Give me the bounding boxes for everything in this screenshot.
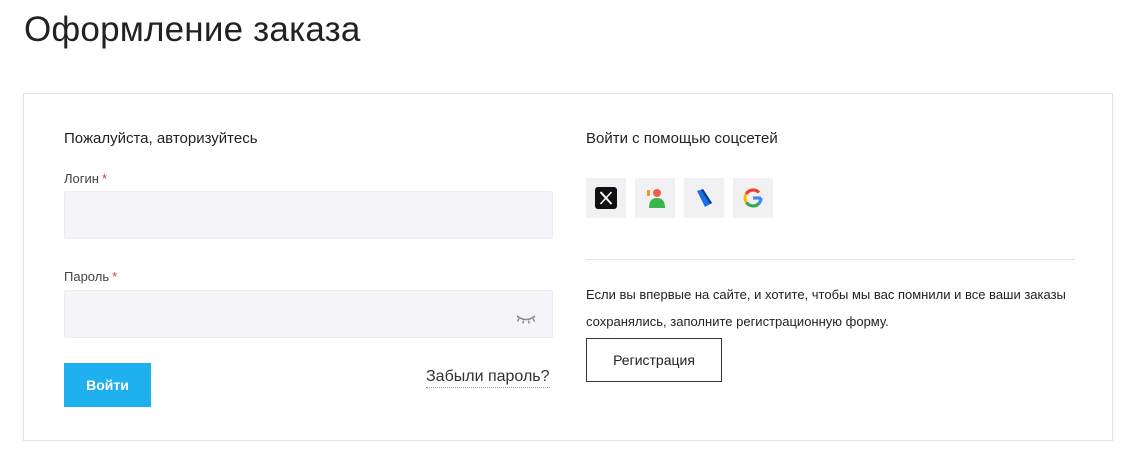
person-icon <box>647 189 665 208</box>
x-icon <box>595 187 617 209</box>
password-label-text: Пароль <box>64 269 110 284</box>
register-button[interactable]: Регистрация <box>586 338 722 382</box>
page-title: Оформление заказа <box>24 10 361 49</box>
checkout-auth-card: Пожалуйста, авторизуйтесь Логин * Пароль *… <box>23 93 1113 441</box>
login-button[interactable]: Войти <box>64 363 151 407</box>
eye-closed-icon[interactable] <box>515 313 537 325</box>
required-mark: * <box>101 171 108 186</box>
social-flag-button[interactable] <box>684 178 724 218</box>
login-label-text: Логин <box>64 171 99 186</box>
flag-icon <box>697 189 712 207</box>
registration-text: Если вы впервые на сайте, и хотите, чтоб… <box>586 287 1066 329</box>
required-mark: * <box>112 269 118 284</box>
password-label: Пароль * <box>64 269 117 284</box>
login-label: Логин * <box>64 171 107 186</box>
social-person-button[interactable] <box>635 178 675 218</box>
social-heading: Войти с помощью соцсетей <box>586 130 778 147</box>
social-x-button[interactable] <box>586 178 626 218</box>
login-input[interactable] <box>64 191 553 239</box>
password-input[interactable] <box>64 290 553 338</box>
social-google-button[interactable] <box>733 178 773 218</box>
divider <box>586 259 1075 260</box>
google-icon <box>743 188 763 208</box>
forgot-password-link[interactable]: Забыли пароль? <box>426 367 550 388</box>
login-heading: Пожалуйста, авторизуйтесь <box>64 130 258 147</box>
